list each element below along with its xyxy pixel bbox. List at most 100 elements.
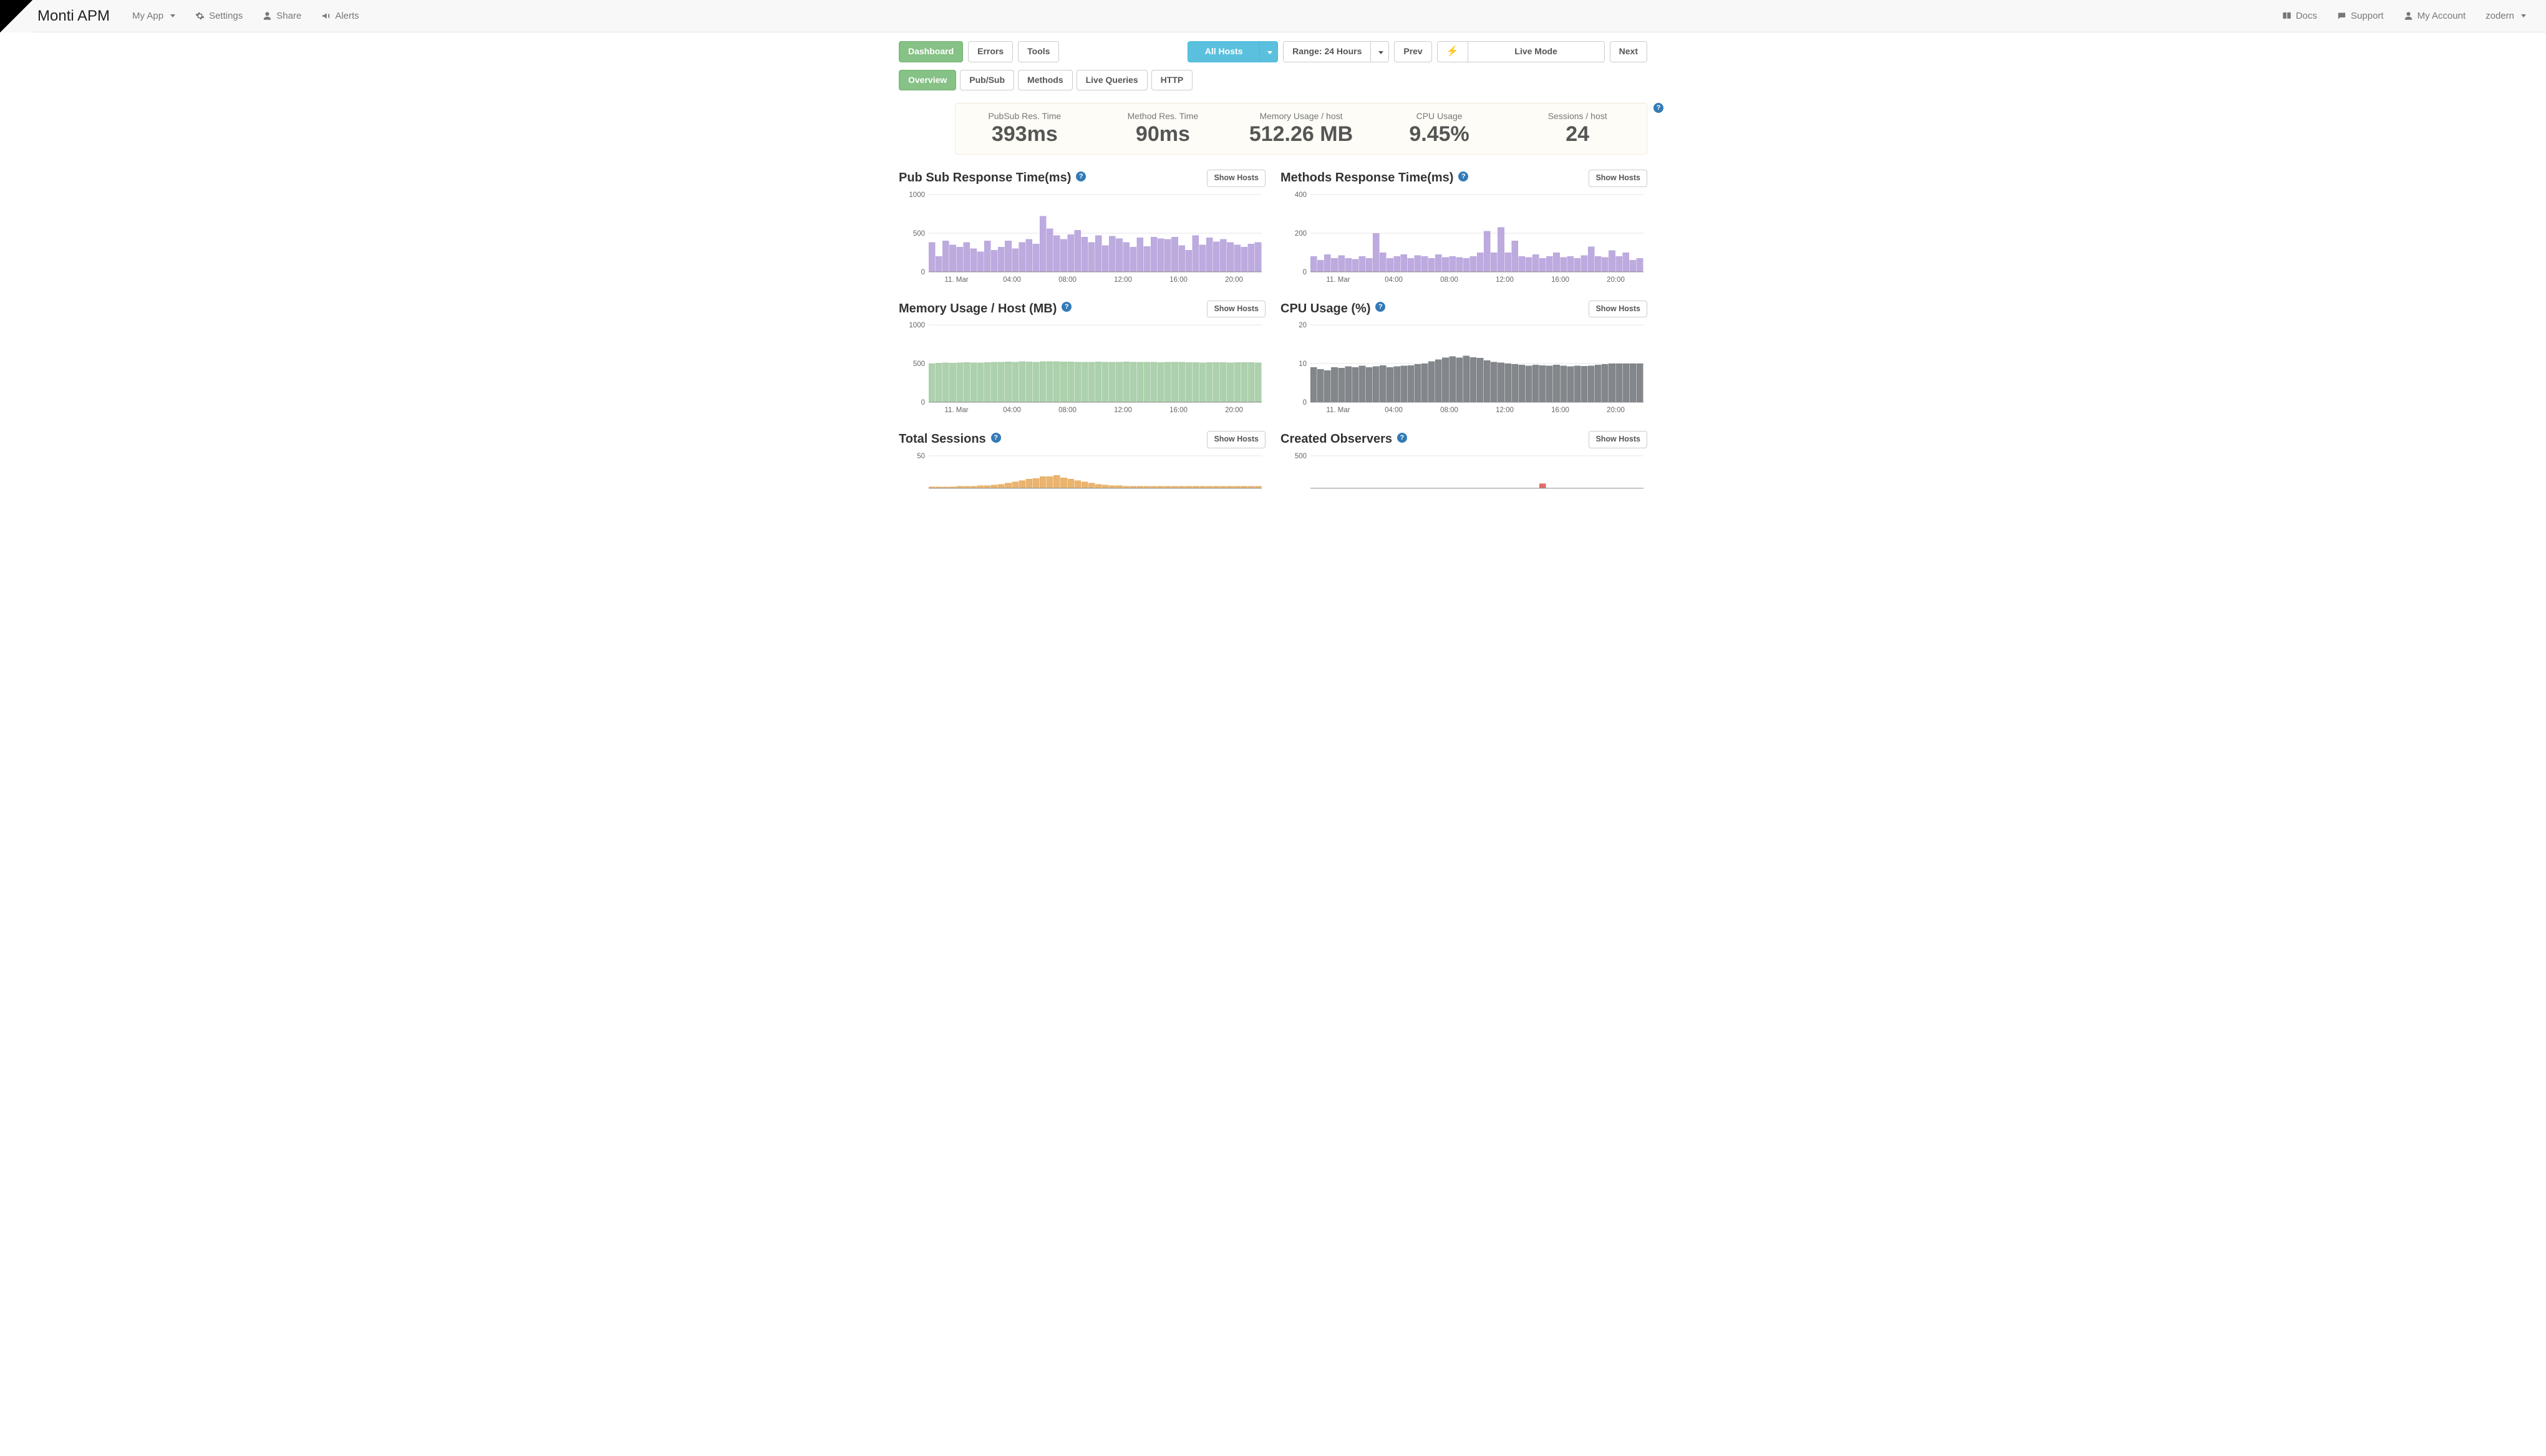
chart-sessions: Total Sessions ? Show Hosts 50 <box>899 431 1266 489</box>
caret-down-icon <box>1267 51 1272 54</box>
top-navbar: Monti APM My App Settings Share Alerts D… <box>0 0 2546 32</box>
summary-sessions: Sessions / host 24 <box>1508 104 1647 154</box>
chart-title: Pub Sub Response Time(ms) <box>899 171 1071 185</box>
svg-text:08:00: 08:00 <box>1440 407 1458 414</box>
bolt-icon: ⚡ <box>1446 46 1459 57</box>
svg-text:04:00: 04:00 <box>1003 407 1021 414</box>
summary-help-icon[interactable]: ? <box>1653 103 1663 113</box>
svg-text:04:00: 04:00 <box>1385 407 1403 414</box>
chart-methods: Methods Response Time(ms) ? Show Hosts 0… <box>1280 170 1647 284</box>
svg-text:500: 500 <box>913 360 925 368</box>
nav-alerts[interactable]: Alerts <box>312 2 367 30</box>
summary-label: Sessions / host <box>1513 111 1642 121</box>
page-tools[interactable]: Tools <box>1018 41 1059 62</box>
svg-text:12:00: 12:00 <box>1496 407 1514 414</box>
show-hosts-button[interactable]: Show Hosts <box>1207 301 1266 318</box>
svg-text:16:00: 16:00 <box>1551 276 1569 284</box>
summary-label: Memory Usage / host <box>1237 111 1365 121</box>
show-hosts-button[interactable]: Show Hosts <box>1207 431 1266 448</box>
summary-value: 393ms <box>961 122 1089 147</box>
summary-value: 90ms <box>1099 122 1227 147</box>
svg-text:0: 0 <box>1303 269 1307 276</box>
nav-user-menu[interactable]: zodern <box>2477 2 2535 30</box>
summary-label: Method Res. Time <box>1099 111 1227 121</box>
tab-overview[interactable]: Overview <box>899 70 956 91</box>
chat-icon <box>2337 11 2346 21</box>
person-icon <box>263 11 272 21</box>
chart-title: Memory Usage / Host (MB) <box>899 302 1057 316</box>
summary-cpu: CPU Usage 9.45% <box>1370 104 1509 154</box>
tab-http[interactable]: HTTP <box>1151 70 1193 91</box>
help-icon[interactable]: ? <box>1062 302 1072 312</box>
svg-text:16:00: 16:00 <box>1169 276 1188 284</box>
live-mode-button[interactable]: Live Mode <box>1468 41 1605 62</box>
show-hosts-button[interactable]: Show Hosts <box>1589 431 1647 448</box>
range-selector-dropdown[interactable] <box>1370 41 1389 62</box>
help-icon[interactable]: ? <box>1375 302 1385 312</box>
nav-settings[interactable]: Settings <box>186 2 251 30</box>
show-hosts-button[interactable]: Show Hosts <box>1589 170 1647 187</box>
page-errors[interactable]: Errors <box>968 41 1013 62</box>
person-icon <box>2404 11 2413 21</box>
chart-pubsub: Pub Sub Response Time(ms) ? Show Hosts 0… <box>899 170 1266 284</box>
range-selector[interactable]: Range: 24 Hours <box>1283 41 1371 62</box>
chart-observers: Created Observers ? Show Hosts 500 <box>1280 431 1647 489</box>
chart-title: Total Sessions <box>899 432 986 446</box>
svg-text:200: 200 <box>1295 230 1307 238</box>
tab-live-queries[interactable]: Live Queries <box>1077 70 1148 91</box>
show-hosts-button[interactable]: Show Hosts <box>1589 301 1647 318</box>
next-button[interactable]: Next <box>1610 41 1647 62</box>
help-icon[interactable]: ? <box>991 433 1001 443</box>
chart-title: Methods Response Time(ms) <box>1280 171 1453 185</box>
megaphone-icon <box>321 11 331 21</box>
caret-down-icon <box>170 14 175 17</box>
page-dashboard[interactable]: Dashboard <box>899 41 963 62</box>
svg-text:20:00: 20:00 <box>1225 276 1243 284</box>
live-mode-indicator[interactable]: ⚡ <box>1437 41 1468 62</box>
svg-text:12:00: 12:00 <box>1114 276 1132 284</box>
svg-text:16:00: 16:00 <box>1551 407 1569 414</box>
caret-down-icon <box>1378 51 1383 54</box>
nav-support[interactable]: Support <box>2328 2 2393 30</box>
app-selector[interactable]: My App <box>123 2 184 30</box>
brand-logo-icon <box>0 0 32 32</box>
nav-share[interactable]: Share <box>254 2 310 30</box>
svg-text:08:00: 08:00 <box>1058 407 1077 414</box>
prev-button[interactable]: Prev <box>1394 41 1431 62</box>
caret-down-icon <box>2521 14 2526 17</box>
help-icon[interactable]: ? <box>1458 171 1468 181</box>
nav-my-account[interactable]: My Account <box>2395 2 2475 30</box>
tab-methods[interactable]: Methods <box>1018 70 1073 91</box>
svg-text:11. Mar: 11. Mar <box>1326 276 1350 284</box>
summary-memory: Memory Usage / host 512.26 MB <box>1232 104 1370 154</box>
summary-method-rt: Method Res. Time 90ms <box>1094 104 1232 154</box>
summary-value: 24 <box>1513 122 1642 147</box>
nav-support-label: Support <box>2351 11 2384 21</box>
help-icon[interactable]: ? <box>1397 433 1407 443</box>
chart-title: Created Observers <box>1280 432 1392 446</box>
svg-text:16:00: 16:00 <box>1169 407 1188 414</box>
nav-share-label: Share <box>276 11 301 21</box>
tab-pubsub[interactable]: Pub/Sub <box>960 70 1014 91</box>
svg-text:04:00: 04:00 <box>1385 276 1403 284</box>
summary-label: CPU Usage <box>1375 111 1504 121</box>
brand-text: Monti APM <box>37 7 110 25</box>
help-icon[interactable]: ? <box>1076 171 1086 181</box>
svg-text:0: 0 <box>921 269 925 276</box>
svg-text:12:00: 12:00 <box>1114 407 1132 414</box>
hosts-selector-dropdown[interactable] <box>1259 41 1278 62</box>
summary-value: 9.45% <box>1375 122 1504 147</box>
svg-text:11. Mar: 11. Mar <box>1326 407 1350 414</box>
book-icon <box>2282 11 2292 21</box>
svg-text:20:00: 20:00 <box>1607 276 1625 284</box>
show-hosts-button[interactable]: Show Hosts <box>1207 170 1266 187</box>
hosts-selector[interactable]: All Hosts <box>1188 41 1260 62</box>
svg-text:1000: 1000 <box>909 191 925 199</box>
nav-docs[interactable]: Docs <box>2273 2 2326 30</box>
nav-user-label: zodern <box>2485 11 2514 21</box>
gear-icon <box>195 11 205 21</box>
summary-label: PubSub Res. Time <box>961 111 1089 121</box>
brand[interactable]: Monti APM <box>0 0 121 32</box>
svg-text:500: 500 <box>1295 453 1307 460</box>
svg-text:20:00: 20:00 <box>1607 407 1625 414</box>
